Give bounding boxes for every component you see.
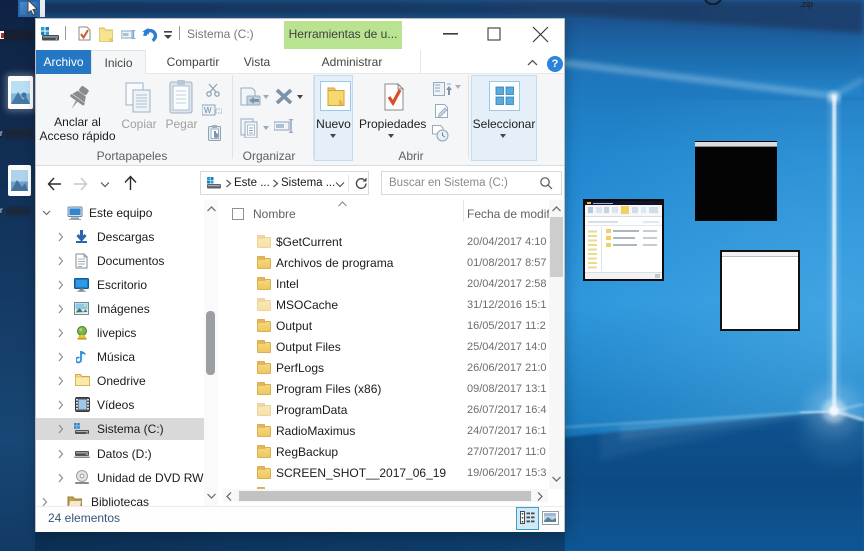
svg-text:W: W bbox=[204, 106, 212, 115]
